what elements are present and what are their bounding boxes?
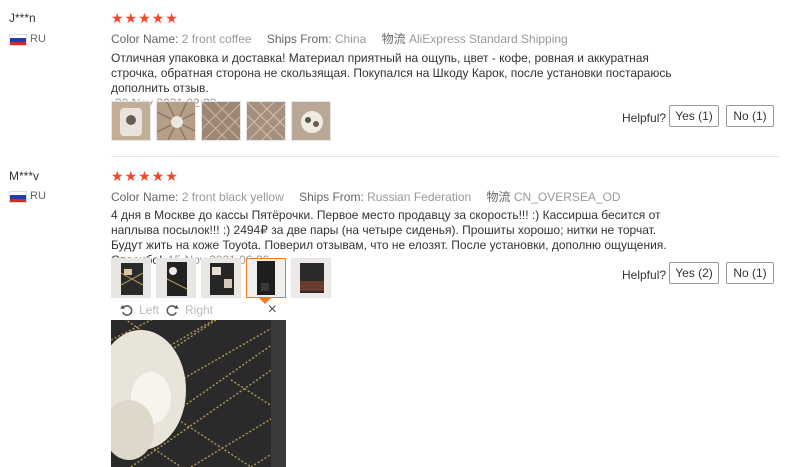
photo-image	[157, 102, 195, 140]
ships-from-label: Ships From:	[299, 190, 364, 204]
photo-image	[202, 259, 240, 297]
photo-image	[247, 102, 285, 140]
star-rating: ★★★★★	[111, 10, 179, 26]
reviewer-name: J***n	[9, 11, 36, 25]
color-name-label: Color Name:	[111, 190, 179, 204]
review-sku-info: Color Name: 2 front coffee Ships From: C…	[111, 30, 580, 47]
photo-image	[157, 259, 195, 297]
rotate-right-button[interactable]: Right	[166, 303, 213, 317]
review-photo-thumbnail[interactable]	[156, 258, 196, 298]
helpful-label: Helpful?	[622, 268, 667, 282]
photo-image	[112, 102, 150, 140]
photo-image	[111, 320, 286, 467]
rotate-left-icon	[120, 304, 133, 316]
ships-from-value: Russian Federation	[367, 190, 472, 204]
photo-image	[292, 102, 330, 140]
ships-from-label: Ships From:	[266, 32, 332, 46]
photo-image	[292, 259, 330, 297]
enlarged-review-photo	[111, 320, 286, 467]
rotate-left-label: Left	[139, 303, 160, 317]
helpful-no-button[interactable]: No (1)	[726, 105, 774, 127]
review-photo-thumbnail[interactable]	[291, 101, 331, 141]
review-photo-thumbnail[interactable]	[246, 101, 286, 141]
helpful-yes-button[interactable]: Yes (2)	[669, 262, 719, 284]
reviewer-name: M***v	[9, 169, 40, 183]
review-photo-thumbnail[interactable]	[156, 101, 196, 141]
color-name-label: Color Name:	[111, 32, 179, 46]
ships-from-value: China	[334, 32, 367, 46]
star-rating: ★★★★★	[111, 168, 179, 184]
shipping-label: 物流	[486, 190, 511, 204]
rotate-left-button[interactable]: Left	[120, 303, 159, 317]
review-photo-thumbnail[interactable]	[201, 101, 241, 141]
shipping-value: AliExpress Standard Shipping	[408, 32, 568, 46]
photo-image	[247, 259, 285, 297]
review-photo-thumbnail[interactable]	[111, 258, 151, 298]
review-body: Отличная упаковка и доставка! Материал п…	[111, 51, 672, 95]
flag-icon	[9, 34, 27, 46]
review-divider	[111, 156, 780, 157]
review-text: 4 дня в Москве до кассы Пятёрочки. Перво…	[111, 208, 686, 268]
reviewer-country: RU	[30, 190, 46, 202]
review-photo-thumbnail[interactable]	[111, 101, 151, 141]
reviewer-country: RU	[30, 33, 46, 45]
shipping-label: 物流	[381, 32, 406, 46]
photo-image	[202, 102, 240, 140]
color-name-value: 2 front black yellow	[181, 190, 284, 204]
helpful-no-button[interactable]: No (1)	[726, 262, 774, 284]
flag-icon	[9, 191, 27, 203]
color-name-value: 2 front coffee	[181, 32, 252, 46]
review-photo-thumbnail[interactable]	[291, 258, 331, 298]
review-photo-thumbnail-selected[interactable]	[246, 258, 286, 298]
review-text: Отличная упаковка и доставка! Материал п…	[111, 51, 681, 111]
helpful-label: Helpful?	[622, 111, 667, 125]
rotate-right-label: Right	[185, 303, 214, 317]
photo-image	[112, 259, 150, 297]
rotate-right-icon	[166, 304, 179, 316]
helpful-yes-button[interactable]: Yes (1)	[669, 105, 719, 127]
review-photo-thumbnail[interactable]	[201, 258, 241, 298]
close-icon[interactable]: ×	[268, 301, 277, 319]
photo-viewer-toolbar: Left Right ×	[111, 301, 286, 320]
review-sku-info: Color Name: 2 front black yellow Ships F…	[111, 188, 633, 205]
shipping-value: CN_OVERSEA_OD	[513, 190, 621, 204]
